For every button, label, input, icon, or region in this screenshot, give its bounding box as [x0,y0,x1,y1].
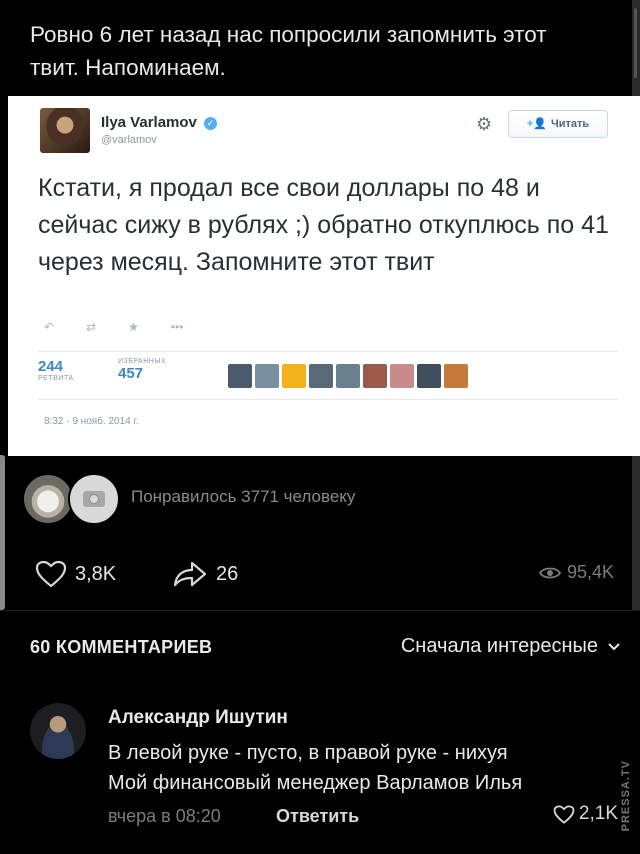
retweets-stat: 244 РЕТВИТА [38,358,74,382]
retweets-label: РЕТВИТА [38,375,74,382]
tweet-date: 8:32 - 9 нояб. 2014 г. [44,416,139,427]
tweet-divider [38,351,618,352]
follow-button: +👤 Читать [508,110,608,138]
favoriter-avatar [444,364,468,388]
comment-author-name[interactable]: Александр Ишутин [108,707,288,729]
favoriter-avatar [336,364,360,388]
sort-label: Сначала интересные [400,635,598,657]
eye-icon [538,567,561,578]
liker-avatar[interactable] [22,473,74,525]
favoriter-avatar [417,364,441,388]
comments-sort-dropdown[interactable]: Сначала интересные [401,635,620,658]
likes-summary[interactable]: Понравилось 3771 человеку [131,487,355,507]
tweet-actions: ↶ ⇄ ★ ••• [44,320,184,334]
favoriter-avatar [390,364,414,388]
reply-icon: ↶ [44,320,55,334]
reply-button[interactable]: Ответить [276,806,359,827]
section-divider [0,610,640,611]
tweet-author-name: Ilya Varlamov ✓ [101,114,218,131]
tweet-body: Кстати, я продал все свои доллары по 48 … [38,174,609,276]
retweets-count: 244 [38,358,64,375]
star-icon: ★ [128,320,139,334]
tweet-author-avatar [40,108,90,153]
like-button[interactable]: 3,8K [35,560,116,588]
favorites-count: 457 [118,365,144,382]
comments-count: 60 КОММЕНТАРИЕВ [30,637,213,657]
scrollbar-thumb[interactable] [634,8,637,78]
tweet-author-handle: @varlamov [101,134,157,146]
favorites-stat: ИЗБРАННЫХ 457 [118,358,166,382]
likers-avatars[interactable] [22,473,120,525]
chevron-down-icon [608,642,620,650]
comment-like-button[interactable]: 2,1K [553,803,618,825]
left-edge-indicator [0,455,5,610]
share-arrow-icon [173,561,207,587]
camera-icon [83,491,105,507]
follow-plus-icon: +👤 [526,118,547,130]
share-count: 26 [216,562,239,585]
heart-icon [35,560,67,588]
verified-badge-icon: ✓ [204,117,218,130]
favoriters-avatars [228,364,468,388]
tweet-author-name-text: Ilya Varlamov [101,114,197,131]
post-text: Ровно 6 лет назад нас попросили запомнит… [30,22,547,80]
comment-line: Мой финансовый менеджер Варламов Илья [108,772,523,794]
comment-author-avatar[interactable] [30,703,86,759]
like-count: 3,8K [75,562,117,585]
more-icon: ••• [170,320,184,334]
favoriter-avatar [282,364,306,388]
comment-time: вчера в 08:20 [108,806,221,826]
share-button[interactable]: 26 [172,560,238,588]
watermark: PRESSA.TV [620,760,632,832]
favoriter-avatar [309,364,333,388]
favoriter-avatar [363,364,387,388]
gear-icon: ⚙ [476,114,493,134]
comment-like-count: 2,1K [578,803,618,824]
favoriter-avatar [228,364,252,388]
views-count: 95,4K [566,562,614,582]
liker-avatar-placeholder[interactable] [68,473,120,525]
views-counter: 95,4K [538,562,614,583]
heart-icon [553,804,575,824]
tweet-image[interactable]: Ilya Varlamov ✓ @varlamov ⚙ +👤 Читать Кст… [8,96,640,456]
favoriter-avatar [255,364,279,388]
comment-text: В левой руке - пусто, в правой руке - ни… [108,738,618,798]
comment-line: В левой руке - пусто, в правой руке - ни… [108,742,508,764]
follow-label: Читать [550,118,590,130]
favorites-label: ИЗБРАННЫХ [118,358,167,365]
retweet-icon: ⇄ [86,320,97,334]
tweet-divider-bottom [38,399,618,400]
